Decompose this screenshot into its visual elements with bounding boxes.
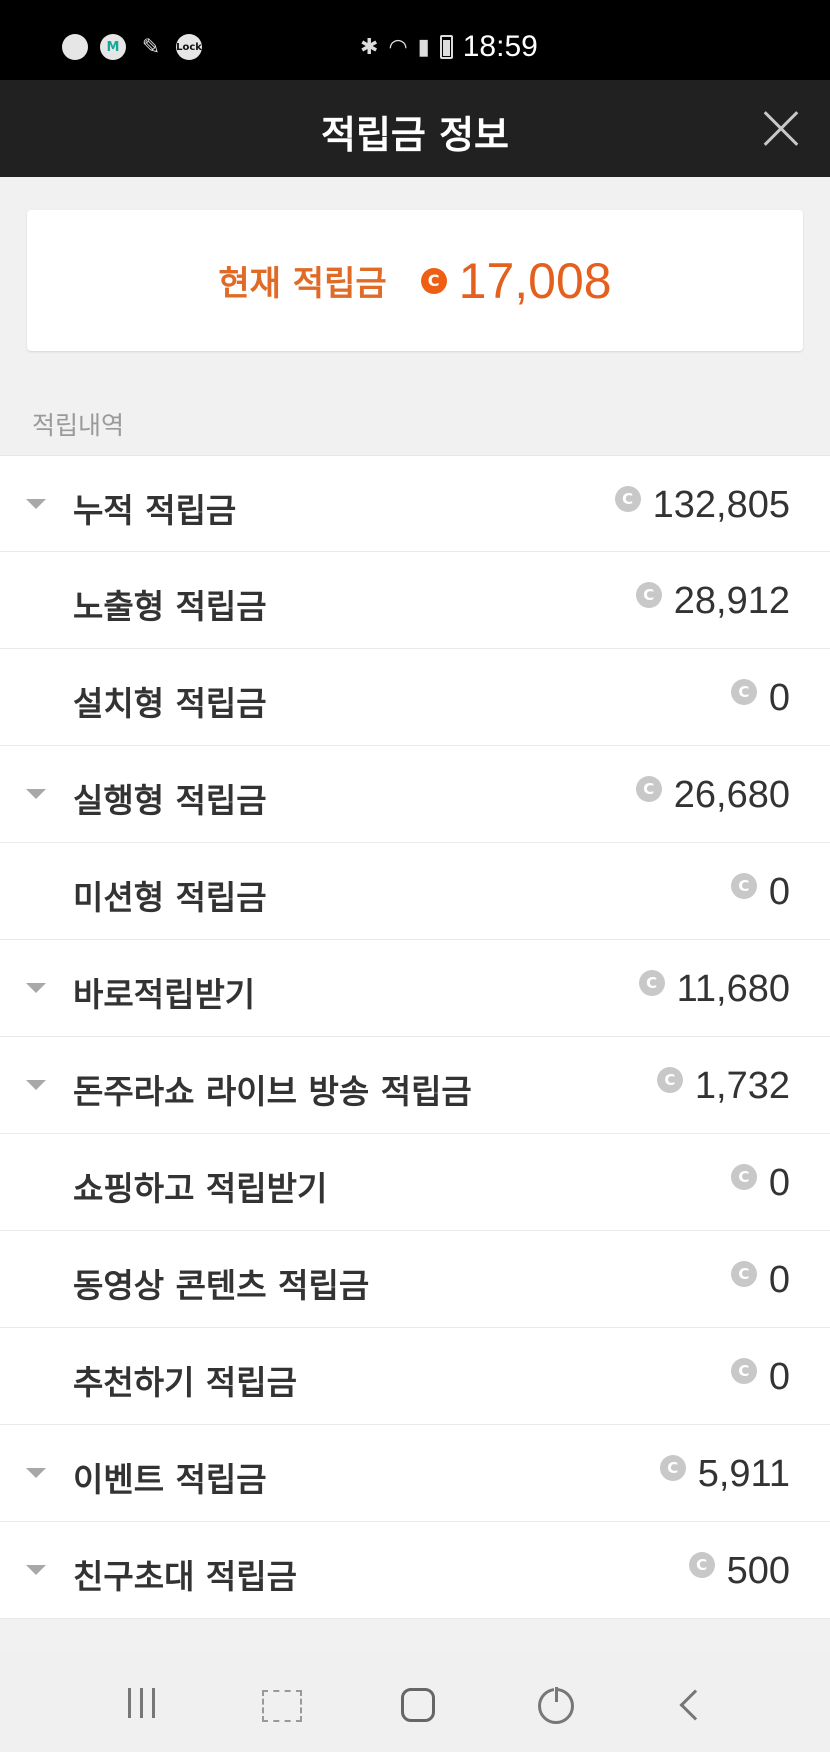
list-item: 쇼핑하고 적립받기 C 0 (0, 1134, 830, 1231)
coin-icon: C (730, 1357, 757, 1384)
list-item-value: 5,911 (697, 1453, 790, 1495)
list-item: 동영상 콘텐츠 적립금 C 0 (0, 1231, 830, 1328)
list-item-amount: C0 (730, 871, 790, 914)
list-item-amount: C 11,680 (638, 968, 790, 1011)
list-item-amount: C 1,732 (656, 1065, 790, 1108)
coin-icon: C (614, 485, 641, 512)
recent-apps-icon[interactable] (128, 1688, 155, 1718)
list-item-value: 132,805 (652, 484, 790, 526)
list-item-amount: C 132,805 (614, 484, 790, 527)
coin-icon: C (656, 1066, 683, 1093)
list-item-value: 28,912 (673, 580, 790, 622)
expand-arrow-icon[interactable] (26, 1080, 46, 1090)
current-points-amount: 17,008 (458, 252, 612, 309)
clock: 18:59 (462, 30, 538, 63)
title-bar: 적립금 정보 (0, 80, 830, 177)
list-item-label: 동영상 콘텐츠 적립금 (73, 1266, 370, 1305)
list-item-amount: C 26,680 (635, 774, 790, 817)
list-item: 추천하기 적립금 C 0 (0, 1328, 830, 1425)
notification-icons: M ✎ Lock (62, 34, 202, 60)
list-item[interactable]: 돈주라쇼 라이브 방송 적립금 C 1,732 (0, 1037, 830, 1134)
coin-icon: C (730, 1163, 757, 1190)
power-icon[interactable] (538, 1685, 574, 1724)
coin-icon: C (635, 775, 662, 802)
points-history-list: 누적 적립금 C 132,805 노출형 적립금 C 28,912 설치형 적립금 C 0 실행형… (0, 455, 830, 1619)
list-item-amount: C 28,912 (635, 580, 790, 623)
list-item-amount: C0 (730, 1259, 790, 1302)
list-item: 미션형 적립금 C 0 (0, 843, 830, 940)
list-item-value: 0 (768, 1259, 790, 1301)
section-label: 적립내역 (32, 411, 125, 440)
list-item[interactable]: 이벤트 적립금 C 5,911 (0, 1425, 830, 1522)
list-item-label: 설치형 적립금 (73, 684, 267, 723)
list-item-value: 500 (726, 1550, 790, 1592)
expand-arrow-icon[interactable] (26, 1565, 46, 1575)
list-item-value: 0 (768, 871, 790, 913)
current-points-value: C 17,008 (420, 252, 612, 310)
scan-icon[interactable] (262, 1690, 302, 1722)
list-item-label: 추천하기 적립금 (73, 1363, 298, 1402)
coin-icon: C (688, 1551, 715, 1578)
coin-icon: C (730, 678, 757, 705)
coin-icon: C (730, 1260, 757, 1287)
expand-arrow-icon[interactable] (26, 499, 46, 509)
battery-icon (439, 35, 453, 59)
list-item[interactable]: 실행형 적립금 C 26,680 (0, 746, 830, 843)
coin-icon: C (638, 969, 665, 996)
close-icon[interactable] (762, 110, 798, 146)
feather-icon: ✎ (141, 34, 161, 60)
lock-app-icon: Lock (176, 34, 202, 60)
list-item-label: 미션형 적립금 (73, 878, 267, 917)
list-item-amount: C 5,911 (659, 1453, 790, 1496)
list-item-amount: C0 (730, 677, 790, 720)
coin-icon: C (730, 872, 757, 899)
talk-icon (62, 34, 88, 60)
list-item-value: 0 (768, 677, 790, 719)
system-indicators: ✱ ◠ ▮ 18:59 (360, 30, 538, 64)
list-item-label: 누적 적립금 (73, 491, 237, 530)
list-item-label: 바로적립받기 (73, 975, 256, 1014)
list-item-label: 돈주라쇼 라이브 방송 적립금 (73, 1072, 472, 1111)
list-item-amount: C0 (730, 1356, 790, 1399)
expand-arrow-icon[interactable] (26, 1468, 46, 1478)
list-item-value: 0 (768, 1162, 790, 1204)
list-item[interactable]: 누적 적립금 C 132,805 (0, 455, 830, 552)
coin-icon: C (635, 581, 662, 608)
list-item: 노출형 적립금 C 28,912 (0, 552, 830, 649)
back-icon[interactable] (679, 1689, 711, 1721)
coin-icon: C (420, 267, 447, 294)
list-item: 설치형 적립금 C 0 (0, 649, 830, 746)
home-icon[interactable] (401, 1688, 435, 1722)
list-item-amount: C0 (730, 1162, 790, 1205)
page-title: 적립금 정보 (320, 113, 510, 157)
m-app-icon: M (100, 34, 126, 60)
wifi-icon: ◠ (388, 34, 408, 59)
list-item-label: 친구초대 적립금 (73, 1557, 298, 1596)
list-item-amount: C 500 (688, 1550, 790, 1593)
current-points-card: 현재 적립금 C 17,008 (27, 210, 803, 351)
list-item-label: 이벤트 적립금 (73, 1460, 267, 1499)
list-item-value: 0 (768, 1356, 790, 1398)
list-item-value: 26,680 (673, 774, 790, 816)
list-item[interactable]: 친구초대 적립금 C 500 (0, 1522, 830, 1619)
expand-arrow-icon[interactable] (26, 789, 46, 799)
current-points-label: 현재 적립금 (218, 264, 387, 304)
list-item-label: 실행형 적립금 (73, 781, 267, 820)
status-bar: M ✎ Lock ✱ ◠ ▮ 18:59 (0, 0, 830, 80)
bluetooth-icon: ✱ (360, 34, 379, 59)
coin-icon: C (659, 1454, 686, 1481)
list-item-label: 노출형 적립금 (73, 587, 267, 626)
signal-icon: ▮ (417, 34, 430, 59)
list-item[interactable]: 바로적립받기 C 11,680 (0, 940, 830, 1037)
navigation-bar (0, 1654, 830, 1752)
list-item-value: 1,732 (694, 1065, 790, 1107)
list-item-value: 11,680 (676, 968, 790, 1010)
expand-arrow-icon[interactable] (26, 983, 46, 993)
list-item-label: 쇼핑하고 적립받기 (73, 1169, 328, 1208)
